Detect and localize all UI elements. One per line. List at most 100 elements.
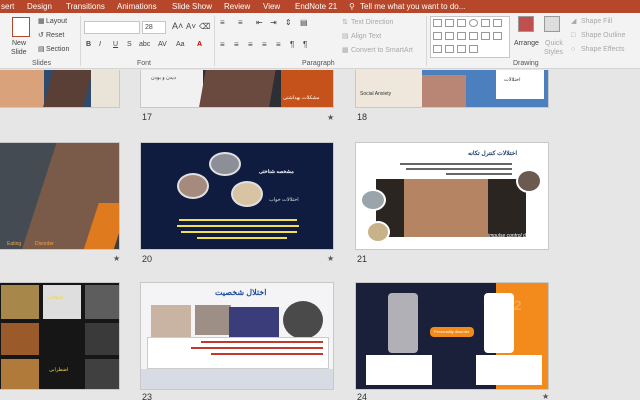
slide-image	[85, 285, 119, 319]
shape-arrow-icon[interactable]	[445, 32, 454, 40]
slide-image	[422, 75, 466, 107]
align-left-icon[interactable]: ≡	[220, 40, 225, 49]
shape-effects-icon: ○	[571, 46, 576, 53]
quick-styles-button[interactable]: Quick	[545, 39, 563, 48]
shape-rect-icon[interactable]	[457, 19, 466, 27]
ltr-icon[interactable]: ¶	[290, 40, 294, 49]
slide-image	[198, 70, 278, 107]
slide-text-line	[177, 225, 299, 227]
strikethrough-button[interactable]: S	[127, 40, 132, 49]
layout-button[interactable]: Layout	[46, 17, 67, 26]
justify-icon[interactable]: ≡	[262, 40, 267, 49]
numbering-icon[interactable]: ≡	[238, 18, 243, 27]
slide-thumbnail-18[interactable]: Social Anxiety اختلالات	[355, 70, 549, 108]
shape-effects-button[interactable]: Shape Effects	[581, 45, 624, 54]
char-spacing-button[interactable]: AV	[158, 40, 167, 49]
align-right-icon[interactable]: ≡	[248, 40, 253, 49]
shape-curve-icon[interactable]	[445, 45, 454, 53]
bold-button[interactable]: B	[86, 40, 91, 49]
shrink-font-icon[interactable]: A˅	[186, 22, 196, 31]
shape-oval-icon[interactable]	[469, 19, 478, 27]
font-color-icon[interactable]: A	[197, 40, 202, 49]
distributed-icon[interactable]: ≡	[276, 40, 281, 49]
change-case-button[interactable]: Aa	[176, 40, 185, 49]
shape-textbox-icon[interactable]	[433, 19, 442, 27]
tab-transitions[interactable]: Transitions	[66, 2, 105, 11]
shape-curve-icon[interactable]	[433, 45, 442, 53]
shape-more-icon[interactable]	[493, 32, 502, 40]
new-slide-button[interactable]: New	[12, 39, 26, 48]
slide-image	[1, 285, 39, 319]
slide-image	[484, 293, 514, 353]
shape-triangle-icon[interactable]	[481, 19, 490, 27]
tab-slide-show[interactable]: Slide Show	[172, 2, 212, 11]
shape-brace-icon[interactable]	[457, 32, 466, 40]
reset-button[interactable]: Reset	[46, 31, 64, 40]
grow-font-icon[interactable]: A˄	[172, 22, 183, 31]
arrange-icon[interactable]	[518, 16, 534, 32]
italic-button[interactable]: I	[99, 40, 101, 49]
slide-image	[1, 359, 39, 389]
shape-brace-icon[interactable]	[469, 32, 478, 40]
slide-thumbnail[interactable]: Eating Disorder	[0, 142, 120, 250]
rtl-icon[interactable]: ¶	[303, 40, 307, 49]
text-shadow-button[interactable]: abc	[139, 40, 150, 49]
slide-thumbnail-24[interactable]: 01 02 Personality disorder	[355, 282, 549, 390]
slide-thumbnail[interactable]: اختلالات اضطرابی	[0, 282, 120, 390]
tab-animations[interactable]: Animations	[117, 2, 157, 11]
font-name-box[interactable]	[84, 21, 140, 34]
tell-me-box[interactable]: Tell me what you want to do...	[360, 2, 465, 11]
shape-outline-button[interactable]: Shape Outline	[581, 31, 625, 40]
align-center-icon[interactable]: ≡	[234, 40, 239, 49]
font-size-box[interactable]: 28	[142, 21, 166, 34]
shape-star-icon[interactable]	[481, 32, 490, 40]
slide-text-line	[201, 341, 323, 343]
slide-text: Disorder	[35, 241, 54, 247]
slide-thumbnail-21[interactable]: اختلالات کنترل تکانه impulse control dis…	[355, 142, 549, 250]
shape-rect-icon[interactable]	[445, 19, 454, 27]
font-group-label: Font	[137, 60, 152, 67]
tab-view[interactable]: View	[263, 2, 280, 11]
tab-review[interactable]: Review	[224, 2, 250, 11]
arrange-button[interactable]: Arrange	[514, 39, 539, 48]
align-text-button[interactable]: Align Text	[351, 32, 381, 41]
new-slide-label[interactable]: Slide	[11, 48, 27, 57]
tab-design[interactable]: Design	[27, 2, 52, 11]
quick-styles-label[interactable]: Styles	[544, 48, 563, 57]
shape-line-icon[interactable]	[493, 19, 502, 27]
slide-number: 23	[142, 392, 153, 400]
smartart-icon: ▦	[342, 47, 349, 54]
slide-thumbnail-20[interactable]: مشخصه شناختی اختلالات خواب	[140, 142, 334, 250]
slide-text-box	[476, 355, 542, 385]
slide-text-line	[400, 163, 512, 165]
slide-title: اختلال شخصیت	[215, 288, 267, 297]
quick-styles-icon[interactable]	[544, 16, 560, 32]
shape-callout-icon[interactable]	[457, 45, 466, 53]
slide-title: اختلالات کنترل تکانه	[468, 151, 518, 157]
slide-image	[366, 221, 390, 243]
tab-insert[interactable]: sert	[1, 2, 14, 11]
tab-endnote[interactable]: EndNote 21	[295, 2, 337, 11]
shape-star-icon[interactable]	[469, 45, 478, 53]
section-button[interactable]: Section	[46, 45, 69, 54]
new-slide-icon[interactable]	[12, 17, 30, 37]
columns-icon[interactable]: ▤	[300, 18, 308, 27]
shape-arrow-icon[interactable]	[433, 32, 442, 40]
slide-image	[42, 70, 96, 107]
increase-indent-icon[interactable]: ⇥	[270, 18, 277, 27]
convert-smartart-button[interactable]: Convert to SmartArt	[351, 46, 413, 55]
slide-thumbnail-17[interactable]: دیدن و بودن مشکلات بهداشتی	[140, 70, 334, 108]
slide-thumbnail[interactable]	[0, 70, 120, 108]
slide-thumbnail-23[interactable]: اختلال شخصیت	[140, 282, 334, 390]
shape-fill-button[interactable]: Shape Fill	[581, 17, 612, 26]
bullets-icon[interactable]: ≡	[220, 18, 225, 27]
slide-star-icon: ★	[542, 392, 550, 400]
text-direction-icon: ⇅	[342, 19, 348, 26]
slide-image	[0, 70, 44, 107]
text-direction-button[interactable]: Text Direction	[351, 18, 393, 27]
line-spacing-icon[interactable]: ⇕	[285, 18, 292, 27]
underline-button[interactable]: U	[113, 40, 118, 49]
decrease-indent-icon[interactable]: ⇤	[256, 18, 263, 27]
clear-format-icon[interactable]: ⌫	[199, 22, 210, 31]
slide-text: Eating	[7, 241, 22, 247]
